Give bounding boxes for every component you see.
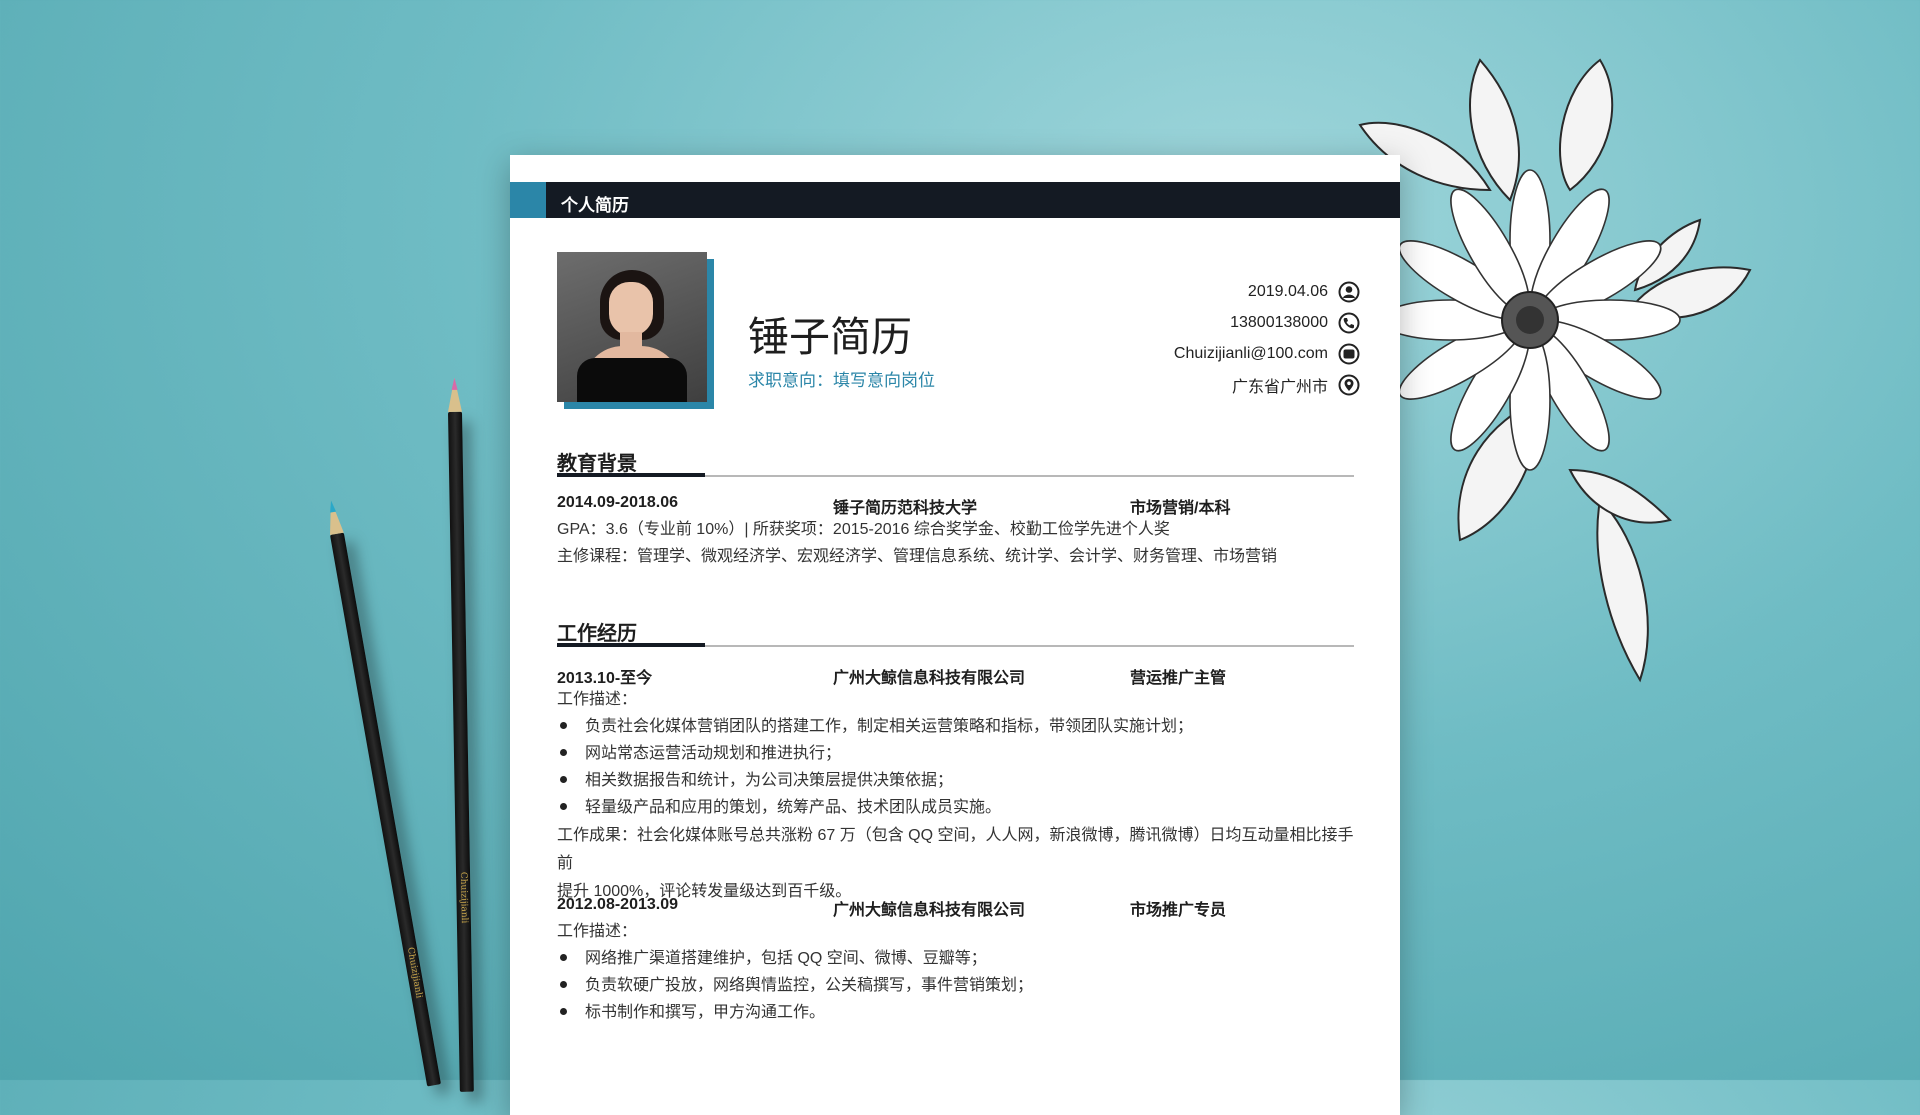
- education-divider: [557, 473, 1354, 477]
- list-item: 网络推广渠道搭建维护，包括 QQ 空间、微博、豆瓣等；: [557, 945, 987, 972]
- header-bar: 个人简历: [510, 182, 1400, 218]
- education-period: 2014.09-2018.06: [557, 494, 678, 511]
- job-period: 2012.08-2013.09: [557, 896, 678, 913]
- education-header: 2014.09-2018.06 锤子简历范科技大学 市场营销/本科: [557, 494, 1357, 517]
- user-icon: [1338, 281, 1360, 302]
- phone-icon: [1338, 312, 1360, 333]
- contact-location: 广东省广州市: [1030, 369, 1360, 400]
- work-divider: [557, 643, 1354, 647]
- list-item: 负责社会化媒体营销团队的搭建工作，制定相关运营策略和指标，带领团队实施计划；: [557, 713, 1193, 740]
- education-courses: 主修课程：管理学、微观经济学、宏观经济学、管理信息系统、统计学、会计学、财务管理…: [557, 548, 1278, 565]
- flower-illustration: [1358, 58, 1752, 683]
- work-title: 工作经历: [557, 623, 637, 645]
- list-item: 轻量级产品和应用的策划，统筹产品、技术团队成员实施。: [557, 794, 1001, 821]
- list-item: 标书制作和撰写，甲方沟通工作。: [557, 999, 825, 1026]
- job-header: 2013.10-至今 广州大鲸信息科技有限公司 营运推广主管: [557, 664, 1357, 687]
- list-item: 相关数据报告和统计，为公司决策层提供决策依据；: [557, 767, 953, 794]
- list-item: 负责软硬广投放，网络舆情监控，公关稿撰写，事件营销策划；: [557, 972, 1033, 999]
- contact-email: Chuizijianli@100.com: [1030, 338, 1360, 369]
- pencil-blue: Chuizijianli: [324, 499, 442, 1087]
- header-label: 个人简历: [561, 196, 629, 215]
- contact-info: 2019.04.06 13800138000 Chuizijianli@100.…: [1030, 276, 1360, 400]
- education-school: 锤子简历范科技大学: [833, 500, 978, 517]
- job-role: 市场推广专员: [1130, 902, 1227, 919]
- contact-birthdate: 2019.04.06: [1030, 276, 1360, 307]
- education-gpa: GPA：3.6（专业前 10%）| 所获奖项：2015-2016 综合奖学金、校…: [557, 521, 1170, 538]
- job-desc-label: 工作描述：: [557, 691, 638, 708]
- list-item: 网站常态运营活动规划和推进执行；: [557, 740, 841, 767]
- candidate-name: 锤子简历: [748, 314, 912, 360]
- job-header: 2012.08-2013.09 广州大鲸信息科技有限公司 市场推广专员: [557, 896, 1357, 919]
- job-company: 广州大鲸信息科技有限公司: [833, 902, 1026, 919]
- contact-phone: 13800138000: [1030, 307, 1360, 338]
- header-accent-block: [510, 182, 546, 218]
- mail-icon: [1338, 343, 1360, 364]
- job-period: 2013.10-至今: [557, 670, 653, 687]
- location-icon: [1338, 374, 1360, 395]
- education-major: 市场营销/本科: [1130, 500, 1231, 517]
- education-title: 教育背景: [557, 453, 637, 475]
- avatar: [557, 252, 714, 409]
- job-result: 工作成果：社会化媒体账号总共涨粉 67 万（包含 QQ 空间，人人网，新浪微博，…: [557, 827, 1354, 900]
- job-role: 营运推广主管: [1130, 670, 1227, 687]
- job-company: 广州大鲸信息科技有限公司: [833, 670, 1026, 687]
- resume-page: 个人简历 锤子简历 求职意向：填写意向岗位 2019.04.06 1380013…: [510, 155, 1400, 1115]
- job-intent: 求职意向：填写意向岗位: [748, 371, 935, 390]
- pencil-pink: Chuizijianli: [447, 377, 474, 1092]
- job-desc-label: 工作描述：: [557, 923, 638, 940]
